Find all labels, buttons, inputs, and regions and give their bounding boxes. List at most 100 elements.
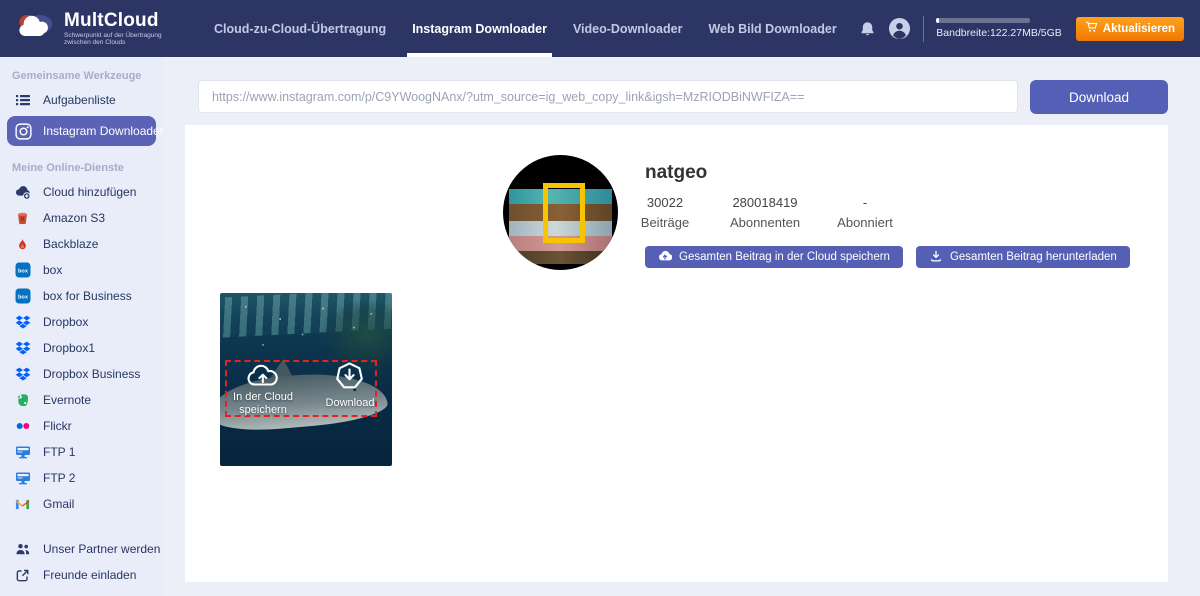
overlay-save-label[interactable]: In der Cloud speichern — [222, 391, 304, 417]
download-all-label: Gesamten Beitrag herunterladen — [949, 251, 1117, 263]
task-list-icon — [14, 92, 31, 109]
stat-value: 30022 — [646, 195, 684, 210]
nav-tabs: Cloud-zu-Cloud-Übertragung Instagram Down… — [214, 0, 837, 57]
tab-cloud-zu-cloud-bertragung[interactable]: Cloud-zu-Cloud-Übertragung — [214, 0, 386, 57]
backblaze-icon — [14, 236, 31, 253]
tab-web-bild-downloader[interactable]: Web Bild Downloader — [708, 0, 836, 57]
profile-actions: Gesamten Beitrag in der Cloud speichern … — [645, 246, 1130, 268]
stat-abonniert: - Abonniert — [825, 195, 905, 230]
upgrade-button-label: Aktualisieren — [1102, 22, 1175, 35]
dropbox-icon — [14, 340, 31, 357]
dropbox-icon — [14, 314, 31, 331]
sidebar-item-label: Freunde einladen — [43, 568, 137, 582]
stat-label: Abonnenten — [729, 215, 801, 230]
partner-icon — [14, 541, 31, 558]
instagram-icon — [15, 122, 32, 140]
bandwidth-meter: Bandbreite:122.27MB/5GB — [936, 18, 1062, 39]
invite-icon — [14, 567, 31, 584]
multcloud-logo[interactable]: MultCloud Schwerpunkt auf der Übertragun… — [14, 11, 186, 47]
sidebar-item-label: Dropbox Business — [43, 367, 141, 381]
sidebar-item-box-for-business[interactable]: box box for Business — [0, 283, 163, 309]
sidebar-item-amazon-s3[interactable]: Amazon S3 — [0, 205, 163, 231]
box-icon: box — [14, 288, 31, 305]
sidebar: Gemeinsame Werkzeuge Aufgabenliste Instagr… — [0, 57, 163, 596]
logo-tagline: Schwerpunkt auf der Übertragung zwischen… — [64, 31, 162, 47]
save-all-label: Gesamten Beitrag in der Cloud speichern — [679, 251, 890, 263]
logo-title: MultCloud — [64, 9, 159, 31]
sidebar-item-gmail[interactable]: Gmail — [0, 491, 163, 517]
bandwidth-label: Bandbreite:122.27MB/5GB — [936, 27, 1062, 39]
content-card: natgeo 30022 Beiträge 280018419 Abonnenten -… — [185, 125, 1168, 582]
stat-beitr-ge: 30022 Beiträge — [625, 195, 705, 230]
sidebar-item-evernote[interactable]: Evernote — [0, 387, 163, 413]
sidebar-item-label: FTP 1 — [43, 445, 76, 459]
upgrade-button[interactable]: Aktualisieren — [1075, 16, 1184, 41]
cloud-upload-icon — [658, 249, 673, 266]
sidebar-footer: Unser Partner werden Freunde einladen — [0, 536, 163, 596]
add-cloud-icon — [14, 184, 31, 201]
sidebar-item-label: Evernote — [43, 393, 92, 407]
tab-instagram-downloader[interactable]: Instagram Downloader — [407, 0, 552, 57]
profile-stats: 30022 Beiträge 280018419 Abonnenten - Abonnie… — [625, 195, 925, 230]
svg-text:box: box — [18, 269, 29, 275]
amazon-s3-icon — [14, 210, 31, 227]
sidebar-item-ftp-2[interactable]: FTP 2 — [0, 465, 163, 491]
sidebar-item-label: Amazon S3 — [43, 211, 106, 225]
sidebar-item-label: FTP 2 — [43, 471, 76, 485]
user-avatar-icon[interactable] — [888, 17, 911, 40]
divider — [923, 15, 925, 42]
bell-icon[interactable] — [859, 20, 876, 38]
multcloud-cloud-icon — [14, 11, 56, 46]
main-area: Download natgeo 30022 Beiträge 280018419 Ab… — [163, 57, 1200, 596]
post-thumbnail[interactable]: In der Cloud speichern Download — [220, 293, 392, 466]
sidebar-item-freunde-einladen[interactable]: Freunde einladen — [0, 562, 163, 588]
natgeo-frame-logo — [543, 183, 585, 243]
sidebar-item-label: Dropbox — [43, 315, 89, 329]
save-to-cloud-overlay-button[interactable] — [246, 361, 280, 391]
overlay-download-label[interactable]: Download — [315, 397, 385, 410]
evernote-icon — [14, 392, 31, 409]
sidebar-item-label: Aufgabenliste — [43, 93, 116, 107]
sidebar-item-label: Unser Partner werden — [43, 542, 161, 556]
logo-text: MultCloud Schwerpunkt auf der Übertragun… — [64, 11, 186, 47]
sidebar-item-ftp-1[interactable]: FTP 1 — [0, 439, 163, 465]
bandwidth-track — [936, 18, 1031, 23]
dropbox-icon — [14, 366, 31, 383]
stat-abonnenten: 280018419 Abonnenten — [705, 195, 825, 230]
flickr-icon — [14, 418, 31, 435]
gmail-icon — [14, 496, 31, 513]
top-navbar: MultCloud Schwerpunkt auf der Übertragun… — [0, 0, 1200, 57]
download-button[interactable]: Download — [1030, 80, 1168, 114]
cart-icon — [1085, 20, 1098, 37]
instagram-url-input[interactable] — [198, 80, 1018, 113]
sidebar-item-instagram-downloader[interactable]: Instagram Downloader — [7, 116, 163, 146]
box-icon: box — [14, 262, 31, 279]
ftp-icon — [14, 470, 31, 487]
ftp-icon — [14, 444, 31, 461]
sidebar-item-label: Backblaze — [43, 237, 99, 251]
sidebar-item-dropbox1[interactable]: Dropbox1 — [0, 335, 163, 361]
sidebar-item-dropbox[interactable]: Dropbox — [0, 309, 163, 335]
natgeo-avatar[interactable] — [503, 155, 618, 270]
sidebar-item-aufgabenliste[interactable]: Aufgabenliste — [0, 87, 163, 113]
download-overlay-button[interactable] — [335, 361, 365, 391]
sidebar-item-label: Flickr — [43, 419, 72, 433]
sidebar-item-label: Dropbox1 — [43, 341, 96, 355]
svg-text:box: box — [18, 295, 29, 301]
tab-video-downloader[interactable]: Video-Downloader — [573, 0, 683, 57]
stat-label: Abonniert — [837, 215, 893, 230]
sidebar-item-backblaze[interactable]: Backblaze — [0, 231, 163, 257]
sidebar-item-flickr[interactable]: Flickr — [0, 413, 163, 439]
bandwidth-fill — [936, 18, 940, 23]
sidebar-section-label: Meine Online-Dienste — [12, 162, 124, 174]
sidebar-item-dropbox-business[interactable]: Dropbox Business — [0, 361, 163, 387]
save-all-to-cloud-button[interactable]: Gesamten Beitrag in der Cloud speichern — [645, 246, 903, 268]
sidebar-item-label: box for Business — [43, 289, 132, 303]
sidebar-item-box[interactable]: box box — [0, 257, 163, 283]
download-all-button[interactable]: Gesamten Beitrag herunterladen — [915, 246, 1130, 268]
stat-value: - — [862, 195, 868, 210]
sidebar-item-unser-partner-werden[interactable]: Unser Partner werden — [0, 536, 163, 562]
sidebar-item-label: box — [43, 263, 63, 277]
stat-value: 280018419 — [732, 195, 798, 210]
sidebar-item-cloud-hinzuf-gen[interactable]: Cloud hinzufügen — [0, 179, 163, 205]
